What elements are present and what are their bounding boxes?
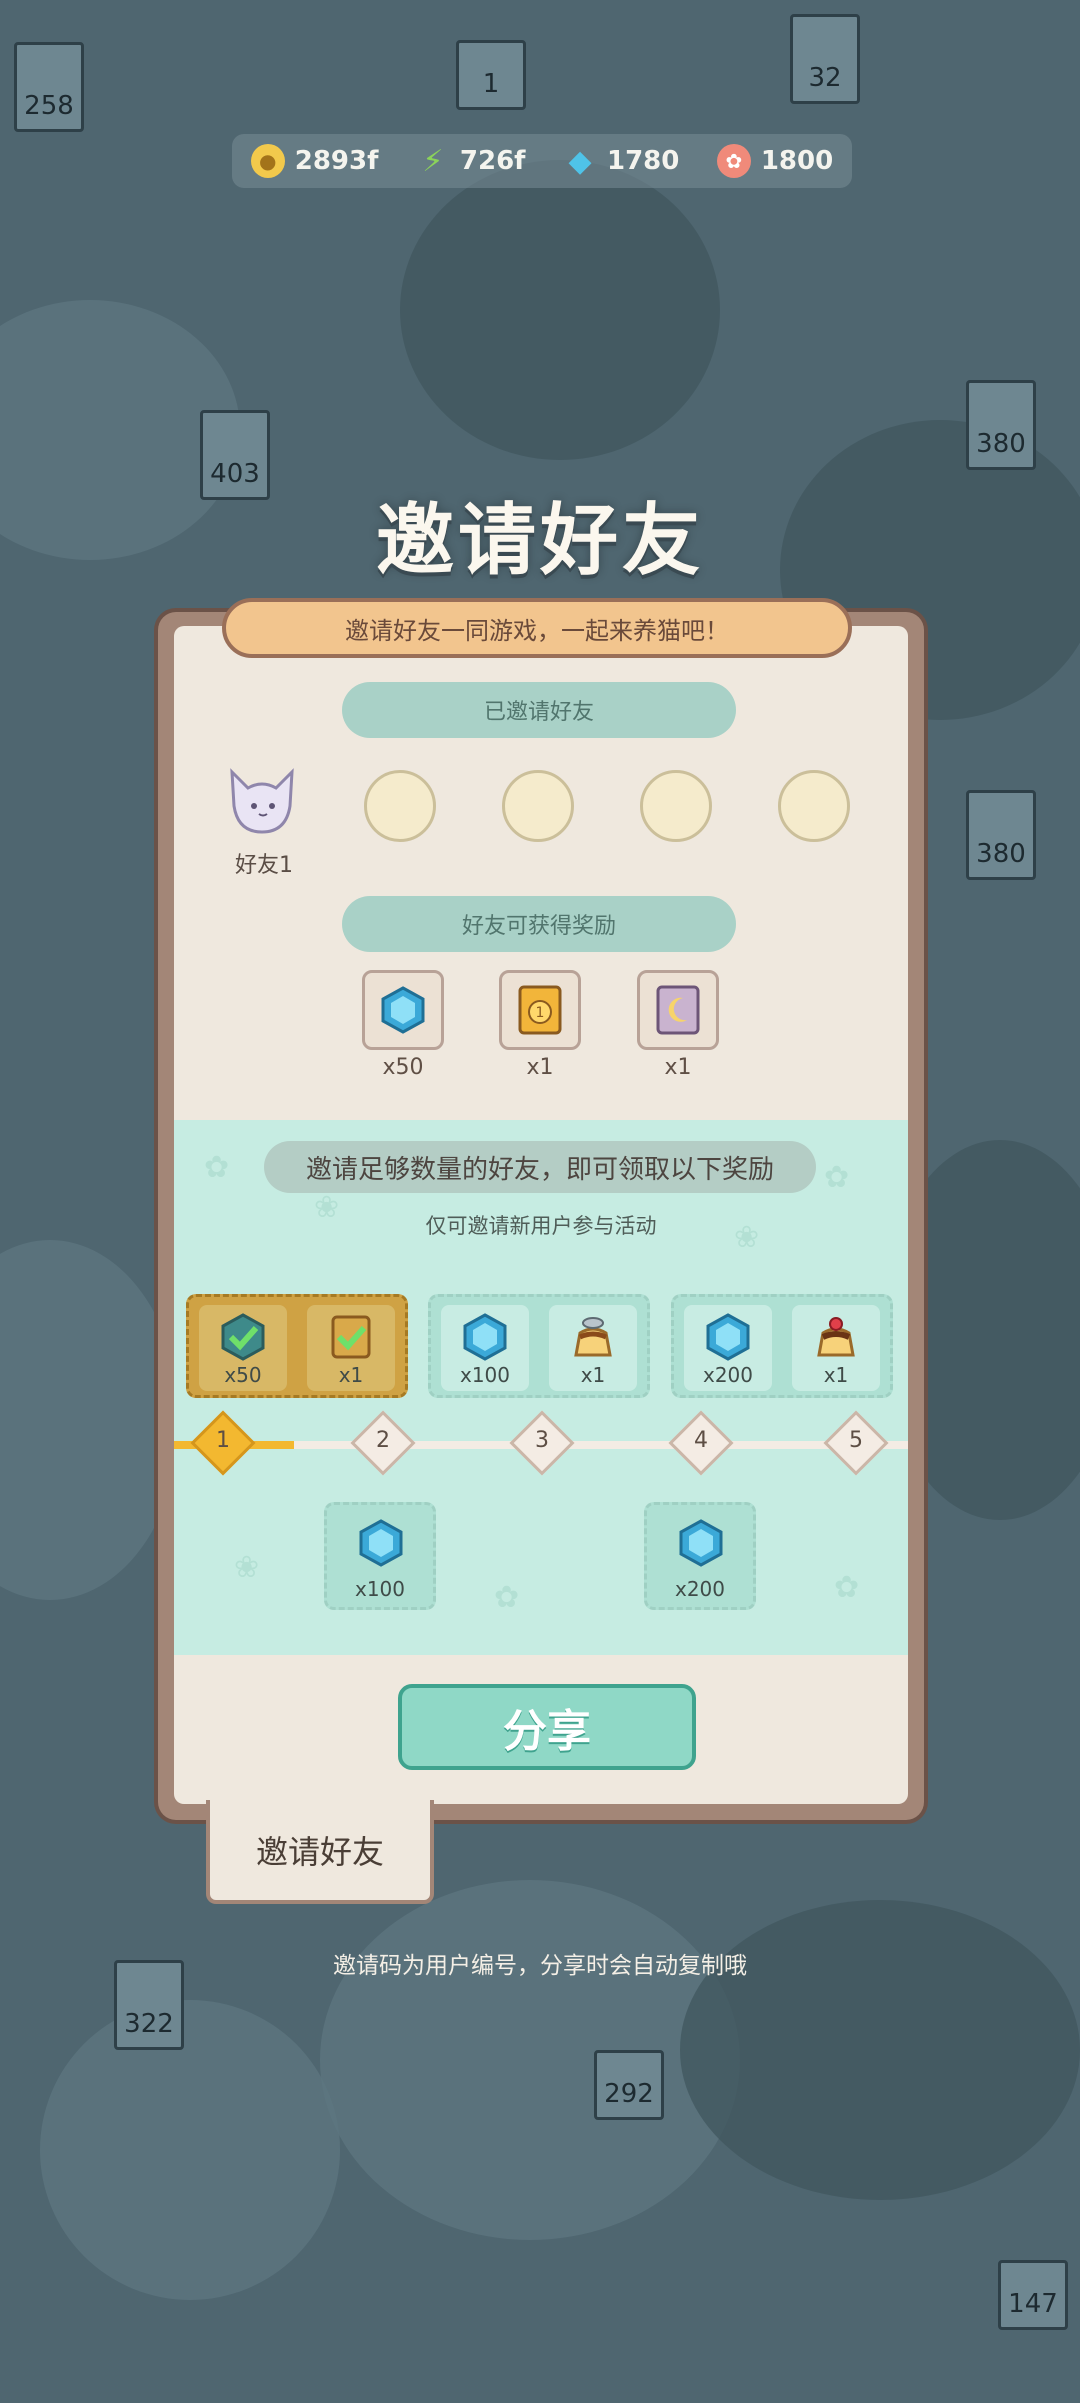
friend-reward-ticket[interactable]: 1: [499, 970, 581, 1050]
milestone-subnote: 仅可邀请新用户参与活动: [425, 1214, 657, 1238]
friend-reward-qty: x1: [526, 1055, 554, 1080]
page-title: 邀请好友: [375, 496, 704, 586]
tier-reward-pudding: x1: [549, 1305, 637, 1391]
friend-reward-qty: x1: [664, 1055, 692, 1080]
bg-sign: 32: [790, 14, 860, 104]
tier-reward-gem: x50: [199, 1305, 287, 1391]
cherry-pudding-icon: [817, 1317, 855, 1357]
bg-sign: 1: [456, 40, 526, 110]
friend-slot-empty[interactable]: [640, 770, 712, 842]
tier-reward-gem: x200: [684, 1305, 772, 1391]
progress-node-label: 5: [849, 1428, 863, 1453]
svg-text:1: 1: [536, 1005, 545, 1021]
friend-reward-gem[interactable]: [362, 970, 444, 1050]
bg-sign: 258: [14, 42, 84, 132]
currency-gem-value: 1780: [606, 146, 680, 176]
cat-avatar-icon: [230, 768, 294, 834]
panel-banner: 邀请好友一同游戏，一起来养猫吧！: [222, 598, 852, 658]
gem-icon: [679, 1519, 723, 1567]
share-button[interactable]: 分享: [398, 1684, 696, 1770]
currency-shell-value: 1800: [760, 146, 834, 176]
currency-bar: ● 2893f ⚡ 726f ◆ 1780 ✿ 1800: [232, 134, 852, 188]
gem-icon: [463, 1313, 507, 1361]
bg-sign: 147: [998, 2260, 1068, 2330]
progress-node-label: 4: [694, 1428, 708, 1453]
milestone-reward-2[interactable]: x100: [324, 1502, 436, 1610]
tab-invite-friends[interactable]: 邀请好友: [206, 1800, 434, 1904]
currency-coin[interactable]: ● 2893f: [250, 144, 379, 178]
progress-node-label: 2: [376, 1428, 390, 1453]
gem-icon: ◆: [568, 143, 592, 179]
invited-friends-header: 已邀请好友: [342, 682, 736, 738]
friend-reward-qty: x50: [382, 1055, 424, 1080]
bg-sign: 292: [594, 2050, 664, 2120]
gem-icon: [381, 986, 425, 1034]
claimed-check-icon: [331, 1315, 371, 1359]
currency-shell[interactable]: ✿ 1800: [716, 144, 834, 178]
progress-node-label: 1: [216, 1428, 230, 1453]
milestone-reward-4[interactable]: x200: [644, 1502, 756, 1610]
milestone-tier-3[interactable]: x100 x1: [428, 1294, 650, 1398]
ticket-icon: 1: [518, 985, 562, 1035]
milestone-tier-1[interactable]: x50 x1: [186, 1294, 408, 1398]
friend-slot-empty[interactable]: [778, 770, 850, 842]
friend-slot-empty[interactable]: [502, 770, 574, 842]
friend-rewards-header: 好友可获得奖励: [342, 896, 736, 952]
gem-icon: [359, 1519, 403, 1567]
tier-reward-pudding: x1: [792, 1305, 880, 1391]
gem-icon: [706, 1313, 750, 1361]
currency-gem[interactable]: ◆ 1780: [563, 143, 680, 179]
claimed-check-icon: [221, 1313, 265, 1361]
lightning-icon: ⚡: [422, 143, 444, 179]
shell-icon: ✿: [716, 144, 751, 178]
coin-icon: ●: [250, 144, 285, 178]
fish-pudding-icon: [574, 1317, 612, 1357]
moon-card-icon: [656, 985, 700, 1035]
milestone-notice: 邀请足够数量的好友，即可领取以下奖励: [264, 1141, 816, 1193]
progress-node-label: 3: [535, 1428, 549, 1453]
currency-energy[interactable]: ⚡ 726f: [416, 143, 526, 179]
currency-energy-value: 726f: [459, 146, 526, 176]
milestone-tier-5[interactable]: x200 x1: [671, 1294, 893, 1398]
bg-sign: 380: [966, 380, 1036, 470]
tier-reward-ticket: x1: [307, 1305, 395, 1391]
friend-reward-card[interactable]: [637, 970, 719, 1050]
invite-code-hint: 邀请码为用户编号，分享时会自动复制哦: [333, 1953, 747, 1979]
friend-slot-label: 好友1: [235, 853, 293, 878]
tier-reward-gem: x100: [441, 1305, 529, 1391]
bg-sign: 380: [966, 790, 1036, 880]
friend-slot-empty[interactable]: [364, 770, 436, 842]
currency-coin-value: 2893f: [294, 146, 379, 176]
